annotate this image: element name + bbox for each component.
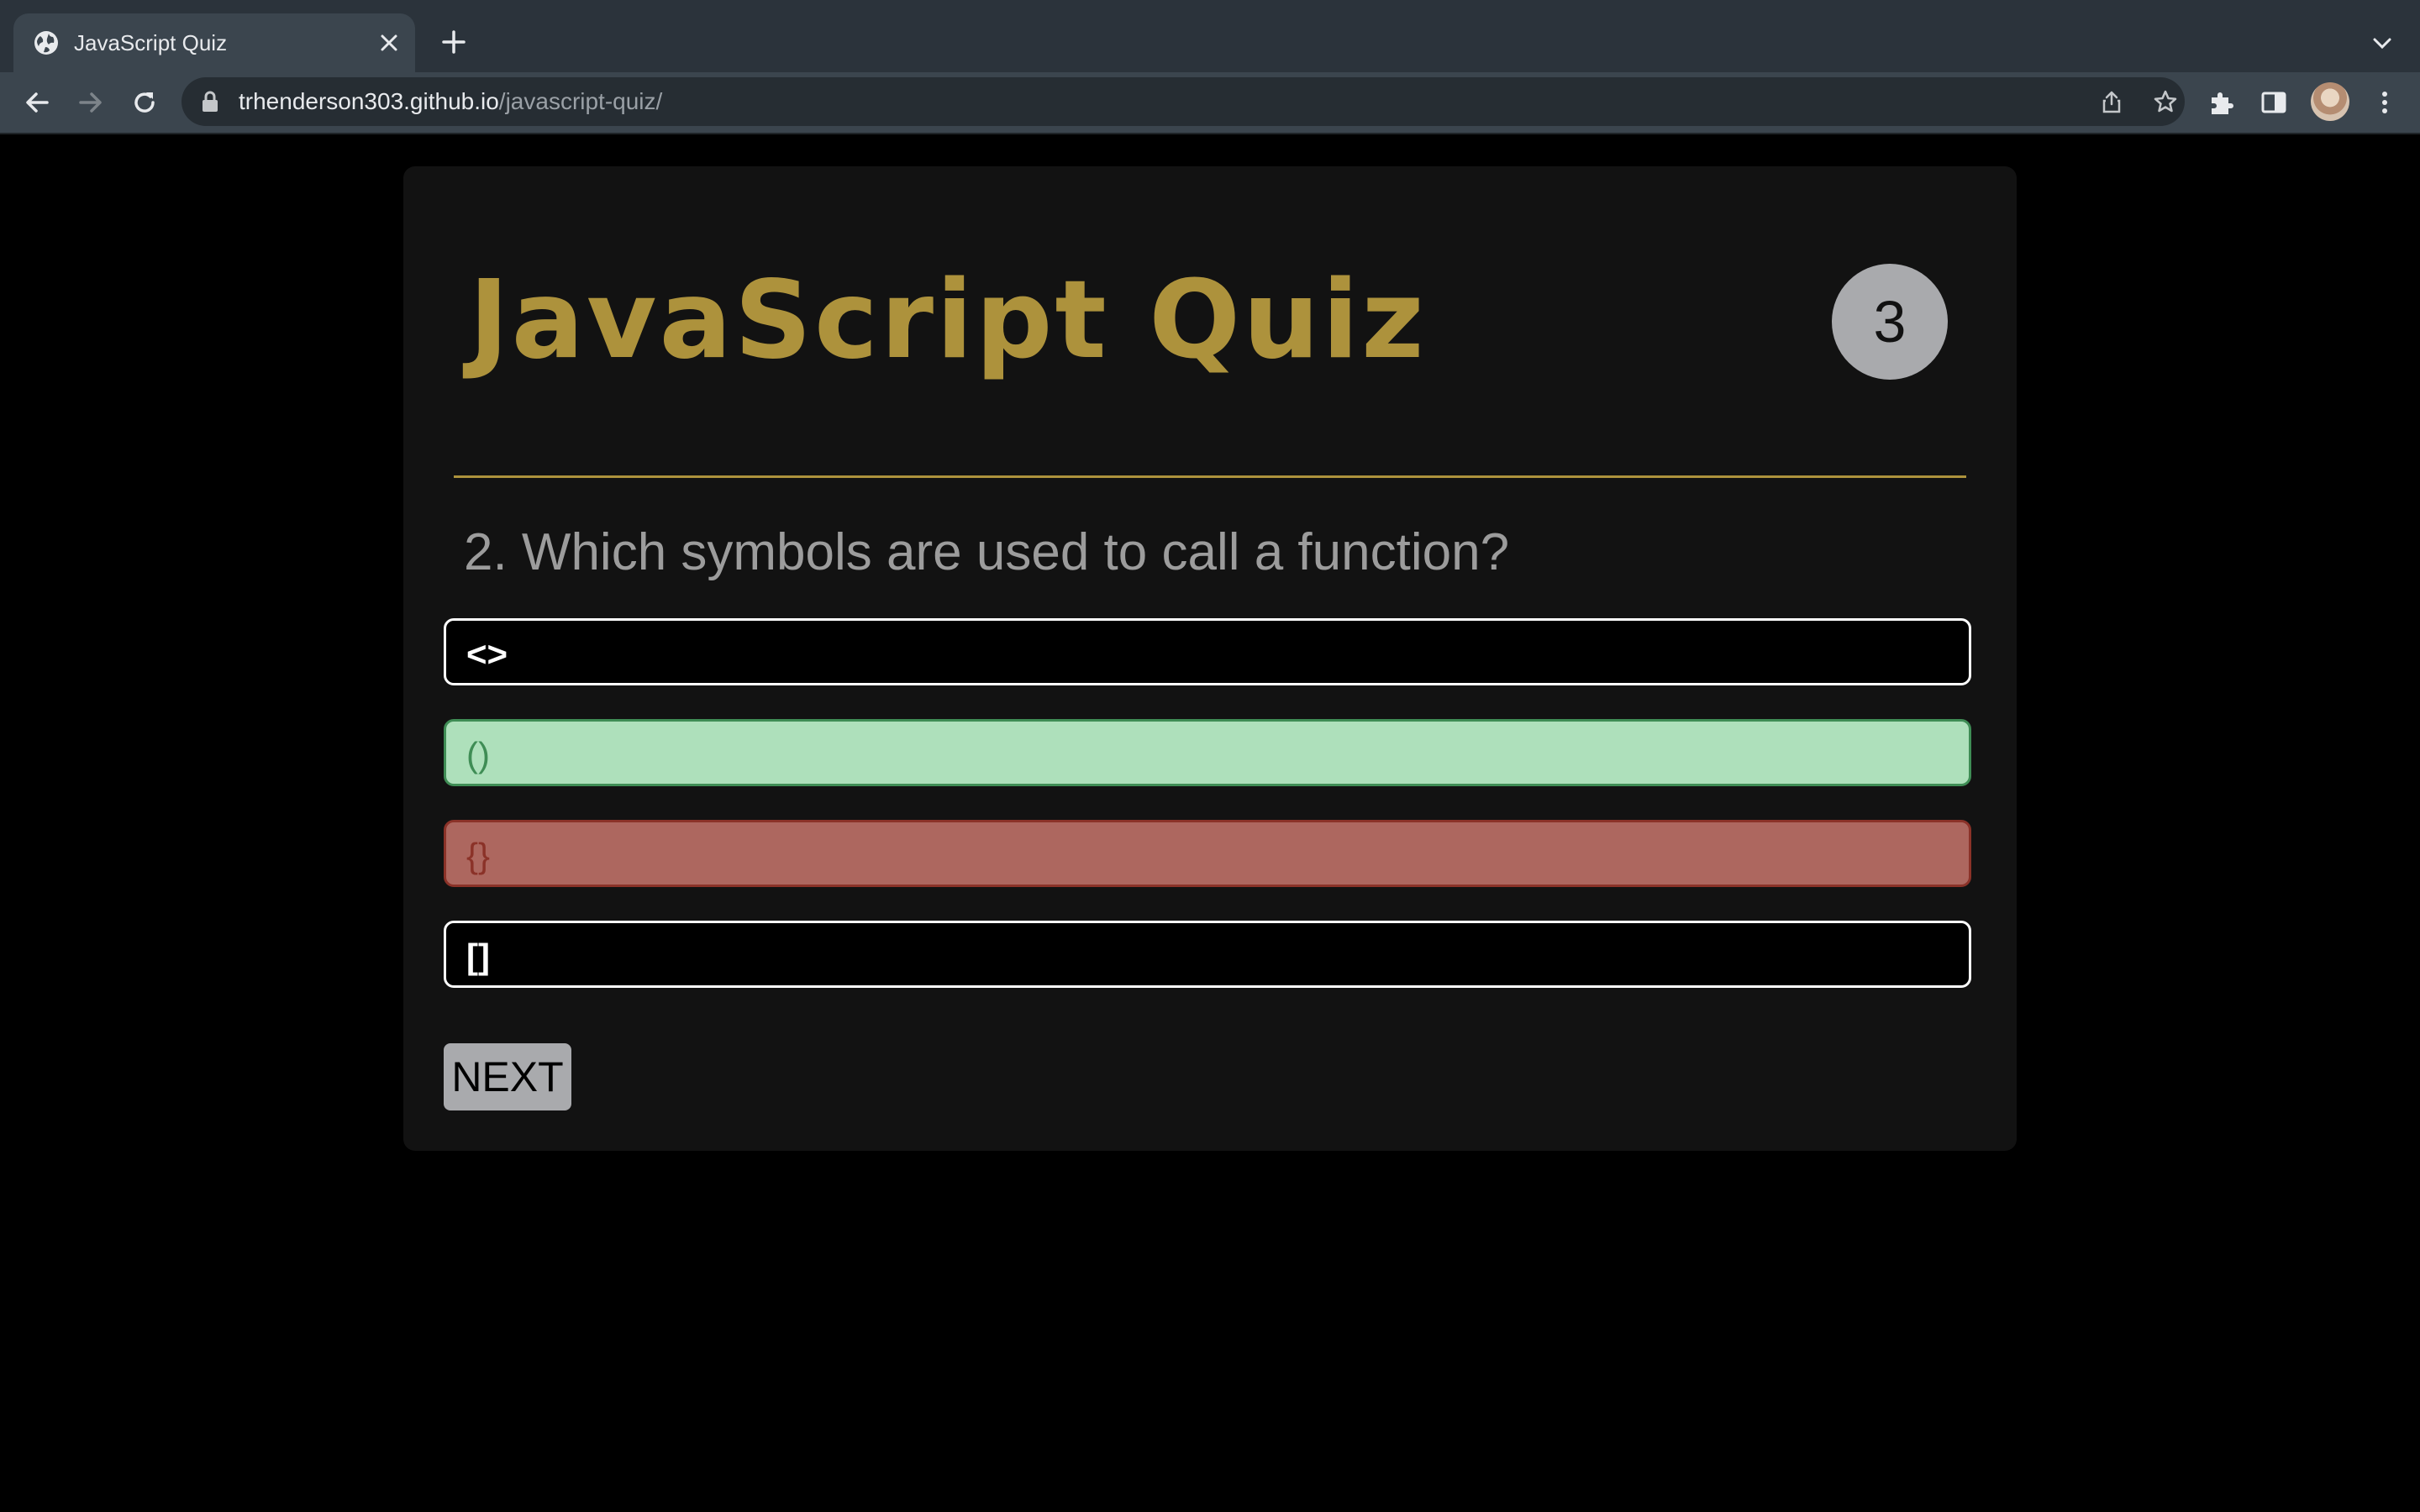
timer-badge: 3 <box>1832 264 1948 380</box>
close-icon[interactable] <box>378 32 400 54</box>
side-panel-icon[interactable] <box>2259 87 2289 118</box>
quiz-title: JavaScript Quiz <box>469 258 1427 383</box>
answer-option-4[interactable]: [] <box>444 921 1971 988</box>
tab-title: JavaScript Quiz <box>74 30 228 55</box>
new-tab-icon[interactable] <box>439 27 469 57</box>
address-bar[interactable]: trhenderson303.github.io/javascript-quiz… <box>182 77 2185 126</box>
share-icon[interactable] <box>2099 89 2124 114</box>
quiz-card: JavaScript Quiz 3 2. Which symbols are u… <box>403 166 2017 1151</box>
profile-avatar[interactable] <box>2311 82 2349 121</box>
url-text[interactable]: trhenderson303.github.io/javascript-quiz… <box>239 87 662 116</box>
forward-arrow-icon[interactable] <box>76 87 106 118</box>
answer-option-1[interactable]: <> <box>444 618 1971 685</box>
globe-icon <box>34 31 58 55</box>
browser-tab-bar: JavaScript Quiz <box>0 0 2420 72</box>
more-menu-icon[interactable] <box>2370 87 2400 118</box>
star-icon[interactable] <box>2153 89 2178 114</box>
answer-option-2[interactable]: () <box>444 719 1971 786</box>
title-divider <box>454 475 1966 478</box>
chevron-down-icon[interactable] <box>2370 30 2395 55</box>
answer-option-3[interactable]: {} <box>444 820 1971 887</box>
url-path: /javascript-quiz/ <box>498 88 663 114</box>
next-button[interactable]: NEXT <box>444 1043 571 1110</box>
question-text: 2. Which symbols are used to call a func… <box>464 523 1510 581</box>
url-host: trhenderson303.github.io <box>239 88 499 114</box>
browser-toolbar: trhenderson303.github.io/javascript-quiz… <box>0 72 2420 134</box>
extensions-puzzle-icon[interactable] <box>2207 87 2237 118</box>
back-arrow-icon[interactable] <box>22 87 52 118</box>
lock-icon[interactable] <box>200 91 220 113</box>
reload-icon[interactable] <box>129 87 160 118</box>
browser-tab[interactable]: JavaScript Quiz <box>13 13 415 72</box>
